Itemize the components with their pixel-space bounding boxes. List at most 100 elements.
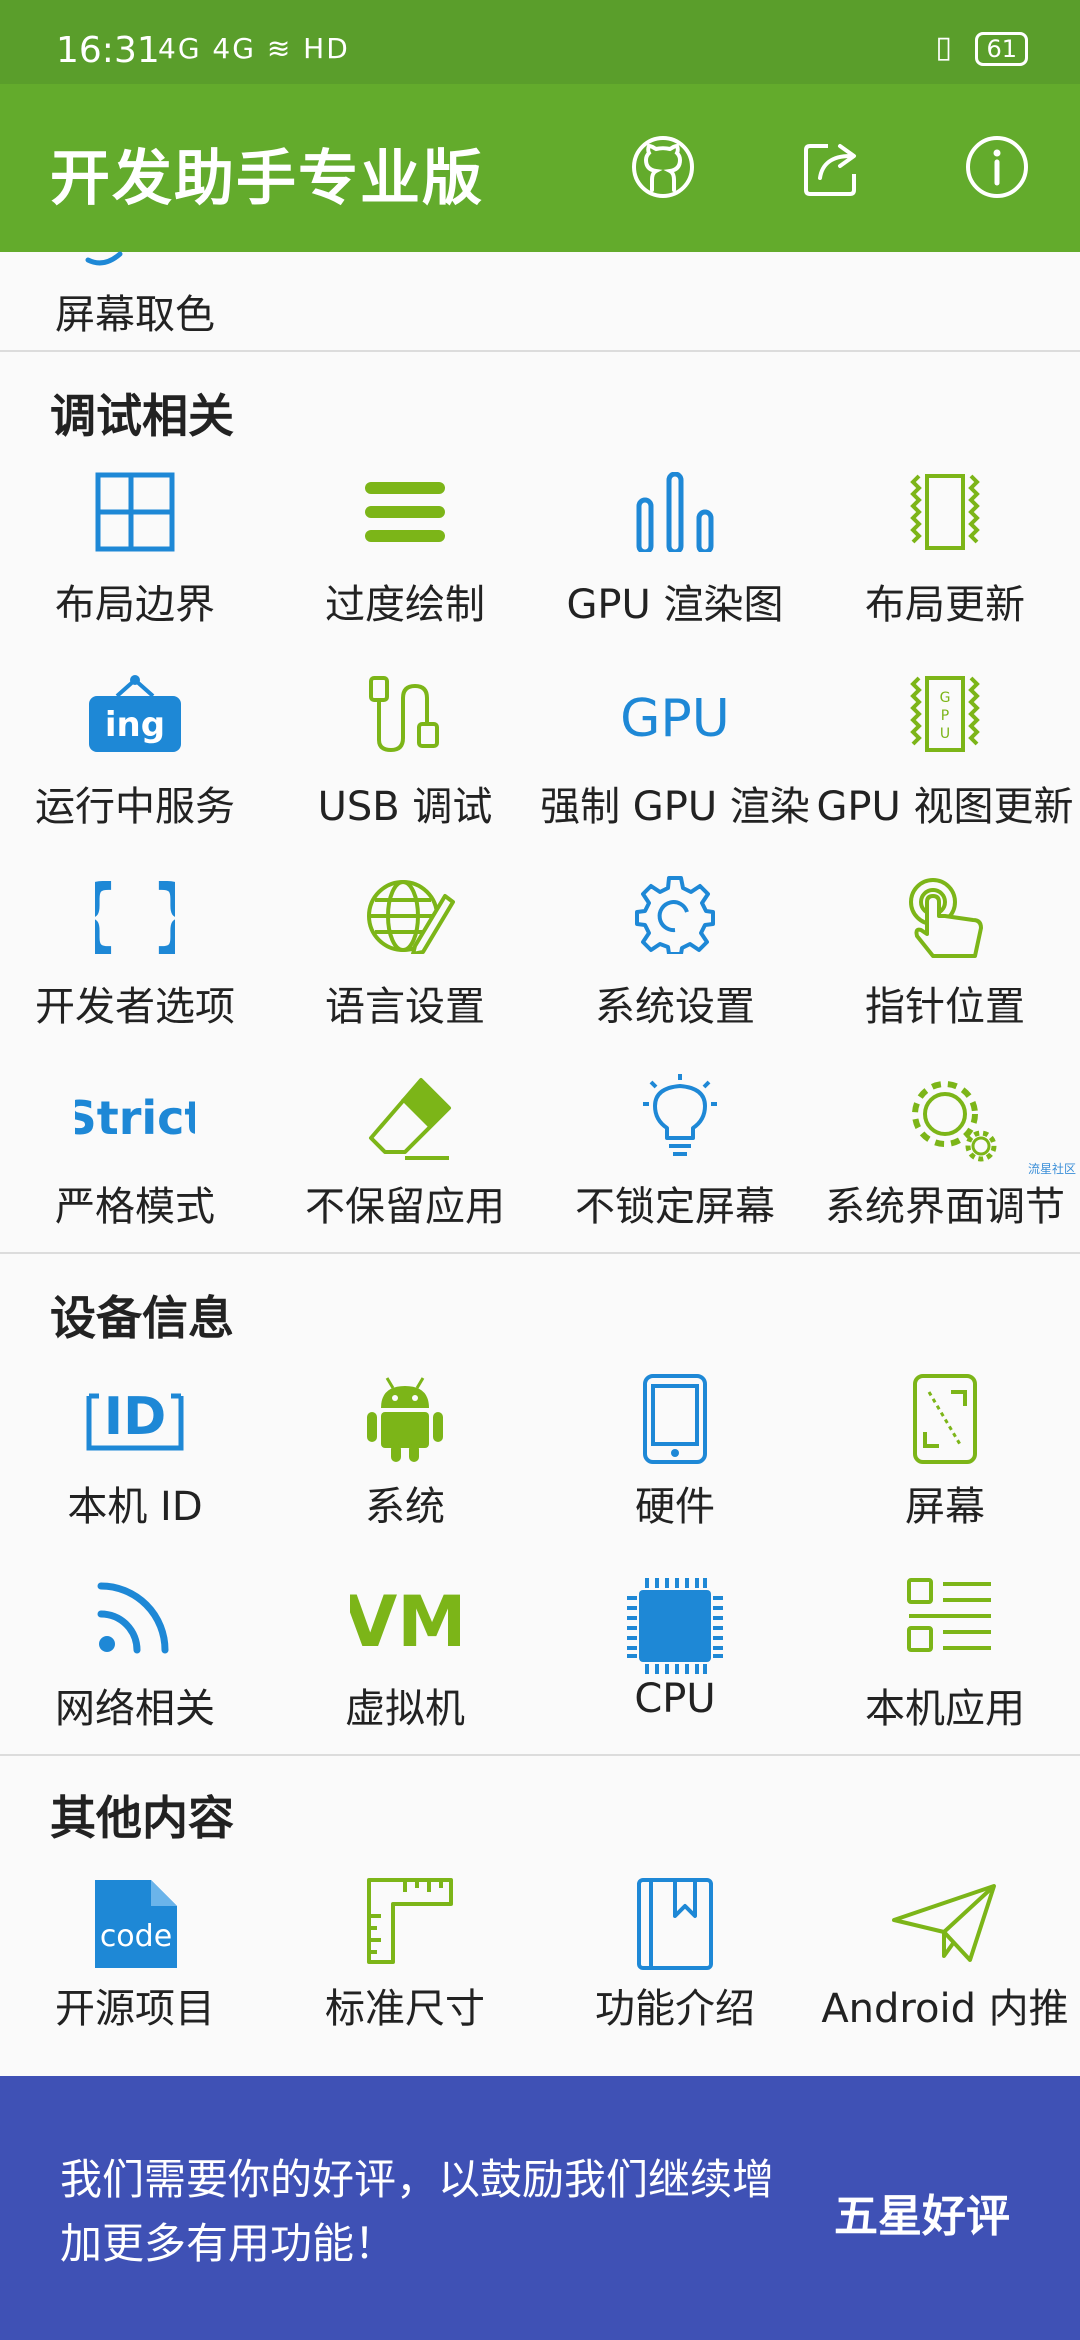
tile-android-referral[interactable]: Android 内推 [810,1876,1080,2076]
tile-label: 过度绘制 [325,582,485,628]
tile-label: 不保留应用 [305,1184,505,1230]
screen-icon [913,1374,977,1464]
tile-label: 布局更新 [865,582,1025,628]
tile-usb-debug[interactable]: USB 调试 [270,674,540,874]
svg-text:G: G [940,690,951,706]
gpu-text-icon: GPU [620,689,730,749]
tile-screen[interactable]: 屏幕 [810,1374,1080,1574]
tile-system-settings[interactable]: 系统设置 [540,874,810,1074]
tile-device-id[interactable]: ID 本机 ID [0,1374,270,1574]
app-title: 开发助手专业版 [50,144,484,214]
tile-hardware[interactable]: 硬件 [540,1374,810,1574]
tile-label: 屏幕 [905,1484,985,1530]
cpu-chip-icon [627,1578,723,1674]
github-icon[interactable] [630,134,696,200]
color-picker-icon [85,251,123,266]
tile-layout-bounds[interactable]: 布局边界 [0,472,270,672]
tile-overdraw[interactable]: 过度绘制 [270,472,540,672]
lightbulb-icon [643,1074,717,1156]
pointer-touch-icon [909,878,983,958]
signal-icons: 4G 4G ≋ HD [158,32,350,65]
tile-running-services[interactable]: ing 运行中服务 [0,674,270,874]
tile-label: 语言设置 [325,984,485,1030]
tile-label: 系统设置 [595,984,755,1030]
divider [0,350,1080,352]
rating-banner: 我们需要你的好评，以鼓励我们继续增加更多有用功能！ 五星好评 [0,2076,1080,2340]
section-title-other: 其他内容 [50,1791,234,1845]
strict-text-icon: Strict [75,1091,195,1145]
svg-text:Strict: Strict [75,1091,195,1145]
braces-icon: { } [95,874,175,954]
section-title-device: 设备信息 [50,1291,234,1345]
tile-label: 开发者选项 [35,984,235,1030]
running-services-icon: ing [89,675,181,752]
tile-pointer-location[interactable]: 指针位置 [810,874,1080,1074]
tile-stay-awake[interactable]: 不锁定屏幕 [540,1074,810,1274]
tile-force-gpu-render[interactable]: GPU 强制 GPU 渲染 [540,674,810,874]
android-icon [367,1377,443,1462]
tile-label: 开源项目 [55,1986,215,2032]
vibrate-icon: ▯ [935,30,952,65]
gpu-render-chart-icon [636,472,714,552]
paper-plane-icon [892,1884,996,1962]
banner-message: 我们需要你的好评，以鼓励我们继续增加更多有用功能！ [60,2155,775,2268]
divider [0,1754,1080,1756]
eraser-icon [369,1078,451,1160]
overdraw-icon [365,482,445,542]
tile-language-settings[interactable]: 语言设置 [270,874,540,1074]
tile-system[interactable]: 系统 [270,1374,540,1574]
color-picker-item[interactable]: 屏幕取色 [0,251,270,350]
tile-layout-update[interactable]: 布局更新 [810,472,1080,672]
color-picker-label: 屏幕取色 [55,292,215,338]
tile-label: 运行中服务 [35,784,235,830]
app-list-icon [907,1578,991,1652]
info-icon[interactable] [964,134,1030,200]
section-title-debug: 调试相关 [50,389,234,443]
svg-text:ID: ID [104,1387,167,1447]
five-star-rating-button[interactable]: 五星好评 [812,2180,1032,2244]
tile-standard-sizes[interactable]: 标准尺寸 [270,1876,540,2076]
tile-label: GPU 视图更新 [816,784,1074,830]
svg-text:U: U [940,726,950,742]
tile-feature-intro[interactable]: 功能介绍 [540,1876,810,2076]
svg-text:{ }: { } [95,874,175,954]
tile-installed-apps[interactable]: 本机应用 [810,1576,1080,1776]
tile-label: Android 内推 [821,1986,1069,2032]
battery-icon: 61 [975,31,1028,66]
vm-text-icon: VM [350,1581,460,1656]
tile-label: 强制 GPU 渲染 [540,784,810,830]
gear-icon [635,876,715,954]
app-bar: 开发助手专业版 [0,84,1080,252]
gears-icon [912,1081,997,1162]
ruler-icon [367,1878,453,1964]
tile-developer-options[interactable]: { } 开发者选项 [0,874,270,1074]
svg-text:VM: VM [350,1581,460,1656]
tile-strict-mode[interactable]: Strict 严格模式 [0,1074,270,1274]
svg-text:P: P [941,708,949,724]
tile-label: 硬件 [635,1484,715,1530]
svg-text:code: code [100,1919,172,1954]
watermark: 流星社区 [1028,1162,1077,1176]
language-globe-icon [367,880,455,954]
tile-label: USB 调试 [317,784,493,830]
tile-virtual-machine[interactable]: VM 虚拟机 [270,1576,540,1776]
divider [0,1252,1080,1254]
tile-label: 指针位置 [865,984,1025,1030]
tile-open-source[interactable]: code 开源项目 [0,1876,270,2076]
tile-label: CPU [634,1676,716,1722]
tile-network[interactable]: 网络相关 [0,1576,270,1776]
tile-gpu-view-update[interactable]: G P U GPU 视图更新 [810,674,1080,874]
layout-update-icon [910,474,980,550]
tile-cpu[interactable]: CPU [540,1576,810,1776]
tile-gpu-render-chart[interactable]: GPU 渲染图 [540,472,810,672]
tile-label: 功能介绍 [595,1986,755,2032]
tile-label: 网络相关 [55,1686,215,1732]
tile-dont-keep-activities[interactable]: 不保留应用 [270,1074,540,1274]
status-right: ▯ 61 [935,30,1028,66]
svg-text:GPU: GPU [620,689,730,749]
gpu-view-update-icon: G P U [910,676,980,752]
share-icon[interactable] [798,134,864,200]
tile-label: 本机 ID [67,1484,203,1530]
book-icon [637,1878,713,1970]
status-time: 16:31 [56,30,160,71]
